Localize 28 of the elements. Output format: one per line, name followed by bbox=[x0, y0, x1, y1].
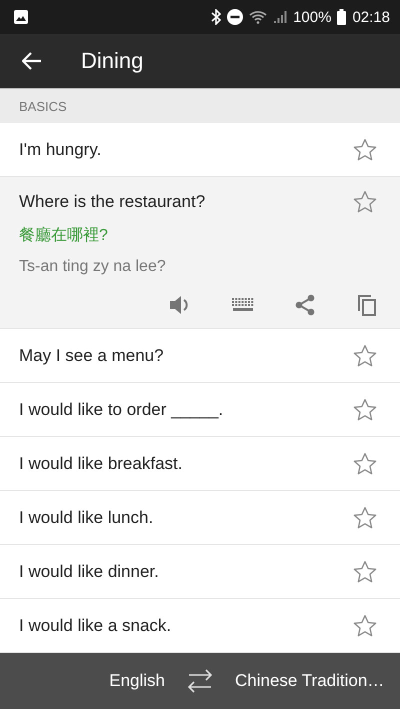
target-language-button[interactable]: Chinese Tradition… bbox=[225, 653, 400, 709]
bluetooth-icon bbox=[211, 9, 222, 25]
translation-text: 餐廳在哪裡? bbox=[19, 226, 109, 246]
image-icon bbox=[14, 10, 28, 24]
share-icon bbox=[294, 294, 316, 316]
phrase-text: I'm hungry. bbox=[19, 140, 102, 160]
keyboard-icon bbox=[231, 298, 255, 312]
phrase-text: I would like lunch. bbox=[19, 508, 154, 528]
back-arrow-icon bbox=[22, 52, 42, 70]
phrase-text: May I see a menu? bbox=[19, 346, 165, 366]
battery-icon bbox=[337, 9, 346, 25]
section-title: BASICS bbox=[19, 98, 67, 114]
screen-title: Dining bbox=[81, 48, 144, 74]
swap-arrows-icon bbox=[185, 669, 215, 693]
phrase-text: I would like a snack. bbox=[19, 616, 172, 636]
phrase-text: I would like breakfast. bbox=[19, 454, 184, 474]
clock-time: 02:18 bbox=[352, 8, 390, 26]
pronunciation-text: Ts-an ting zy na lee? bbox=[19, 258, 167, 276]
signal-icon bbox=[273, 10, 288, 24]
expanded-phrase-card[interactable]: Where is the restaurant? 餐廳在哪裡? Ts-an ting zy na lee? bbox=[0, 177, 400, 329]
phrase-text: I would like dinner. bbox=[19, 562, 160, 582]
source-language-button[interactable]: English bbox=[0, 653, 175, 709]
wifi-icon bbox=[249, 9, 268, 25]
do-not-disturb-icon bbox=[227, 9, 244, 25]
phrase-text: I would like to order _____. bbox=[19, 400, 224, 420]
battery-percent: 100% bbox=[293, 8, 332, 26]
copy-icon bbox=[357, 294, 377, 316]
phrase-text: Where is the restaurant? bbox=[19, 192, 206, 212]
